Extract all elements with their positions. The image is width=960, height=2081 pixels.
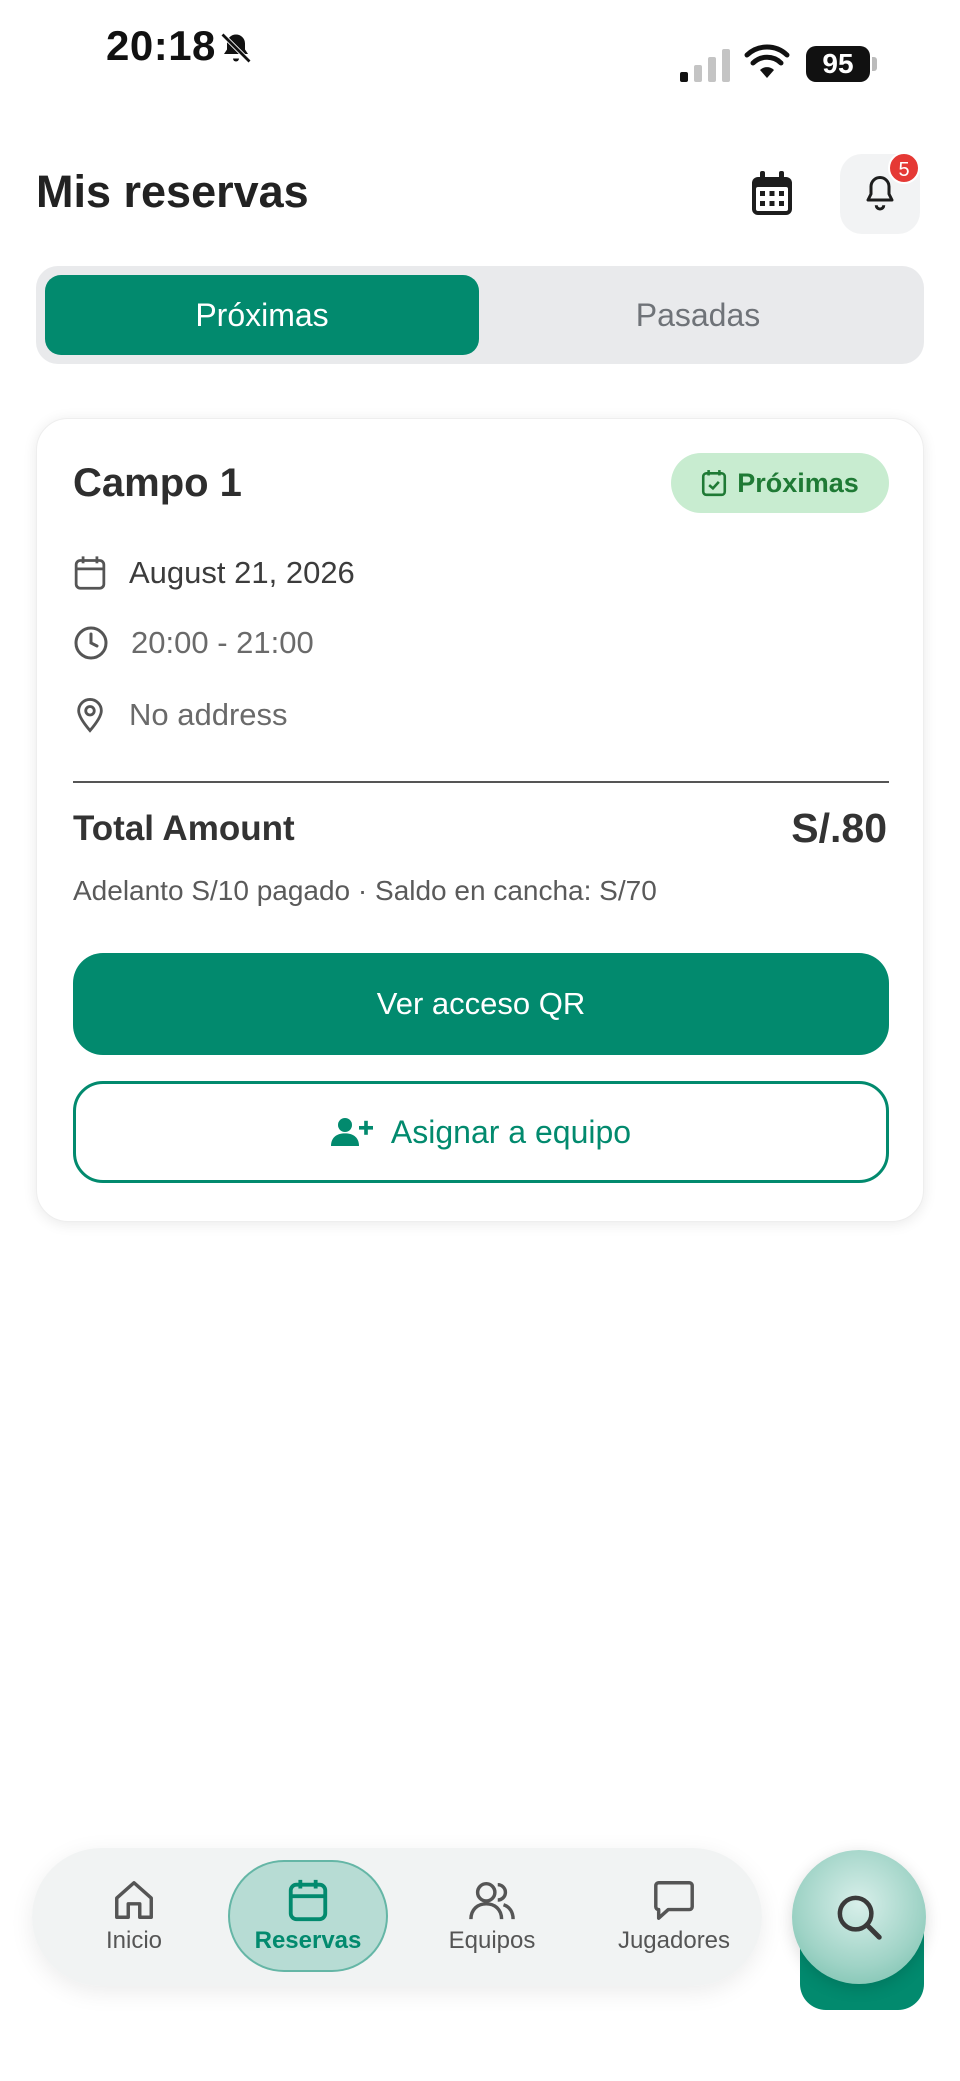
booking-address: No address bbox=[129, 697, 288, 732]
address-row: No address bbox=[73, 693, 288, 737]
status-badge: Próximas bbox=[671, 453, 889, 513]
home-icon bbox=[115, 1881, 153, 1919]
total-label: Total Amount bbox=[73, 809, 295, 848]
assign-team-label: Asignar a equipo bbox=[390, 1113, 632, 1150]
total-value: S/.80 bbox=[791, 805, 887, 851]
tab-upcoming[interactable]: Próximas bbox=[45, 275, 479, 355]
time-row: 20:00 - 21:00 bbox=[73, 621, 314, 665]
page-title: Mis reservas bbox=[36, 166, 309, 217]
chat-icon bbox=[654, 1881, 694, 1920]
nav-label-home: Inicio bbox=[105, 1927, 163, 1954]
nav-item-teams[interactable]: Equipos bbox=[412, 1860, 572, 1972]
clock-icon bbox=[74, 626, 108, 660]
calendar-icon bbox=[74, 556, 106, 590]
wifi-icon bbox=[744, 44, 790, 78]
field-name: Campo 1 bbox=[73, 461, 242, 505]
users-icon bbox=[469, 1881, 515, 1920]
booking-tabs: Próximas Pasadas bbox=[36, 266, 924, 364]
booking-time: 20:00 - 21:00 bbox=[131, 625, 314, 660]
divider bbox=[73, 781, 889, 783]
cellular-signal-icon bbox=[680, 49, 730, 82]
date-row: August 21, 2026 bbox=[73, 551, 355, 595]
nav-label-reservations: Reservas bbox=[254, 1927, 362, 1954]
calendar-button[interactable] bbox=[744, 166, 800, 222]
bottom-nav: Inicio Reservas Equipos Jugadores bbox=[32, 1848, 762, 1986]
search-icon bbox=[837, 1895, 882, 1940]
battery-level: 95 bbox=[806, 46, 870, 82]
nav-item-reservations[interactable]: Reservas bbox=[228, 1860, 388, 1972]
view-qr-button[interactable]: Ver acceso QR bbox=[73, 953, 889, 1055]
calendar-icon bbox=[288, 1879, 328, 1922]
booking-card: Campo 1 Próximas August 21, 2026 20:00 -… bbox=[36, 418, 924, 1222]
nav-label-teams: Equipos bbox=[448, 1927, 536, 1954]
status-badge-label: Próximas bbox=[737, 467, 859, 498]
status-bar: 20:18 95 bbox=[0, 0, 960, 100]
booking-date: August 21, 2026 bbox=[129, 555, 355, 590]
nav-label-players: Jugadores bbox=[617, 1927, 731, 1954]
battery-indicator: 95 bbox=[806, 46, 877, 82]
calendar-check-icon bbox=[702, 470, 727, 497]
tab-past[interactable]: Pasadas bbox=[481, 275, 915, 355]
notification-count-badge: 5 bbox=[888, 152, 920, 184]
search-button[interactable] bbox=[792, 1850, 926, 1984]
assign-team-button[interactable]: Asignar a equipo bbox=[73, 1081, 889, 1183]
bell-muted-icon bbox=[220, 32, 252, 64]
payment-note: Adelanto S/10 pagado · Saldo en cancha: … bbox=[73, 875, 657, 906]
status-time: 20:18 bbox=[106, 22, 216, 69]
user-plus-icon bbox=[330, 1118, 373, 1146]
nav-item-home[interactable]: Inicio bbox=[54, 1860, 214, 1972]
calendar-grid-icon bbox=[752, 171, 792, 215]
location-pin-icon bbox=[77, 698, 103, 733]
nav-item-players[interactable]: Jugadores bbox=[594, 1860, 754, 1972]
